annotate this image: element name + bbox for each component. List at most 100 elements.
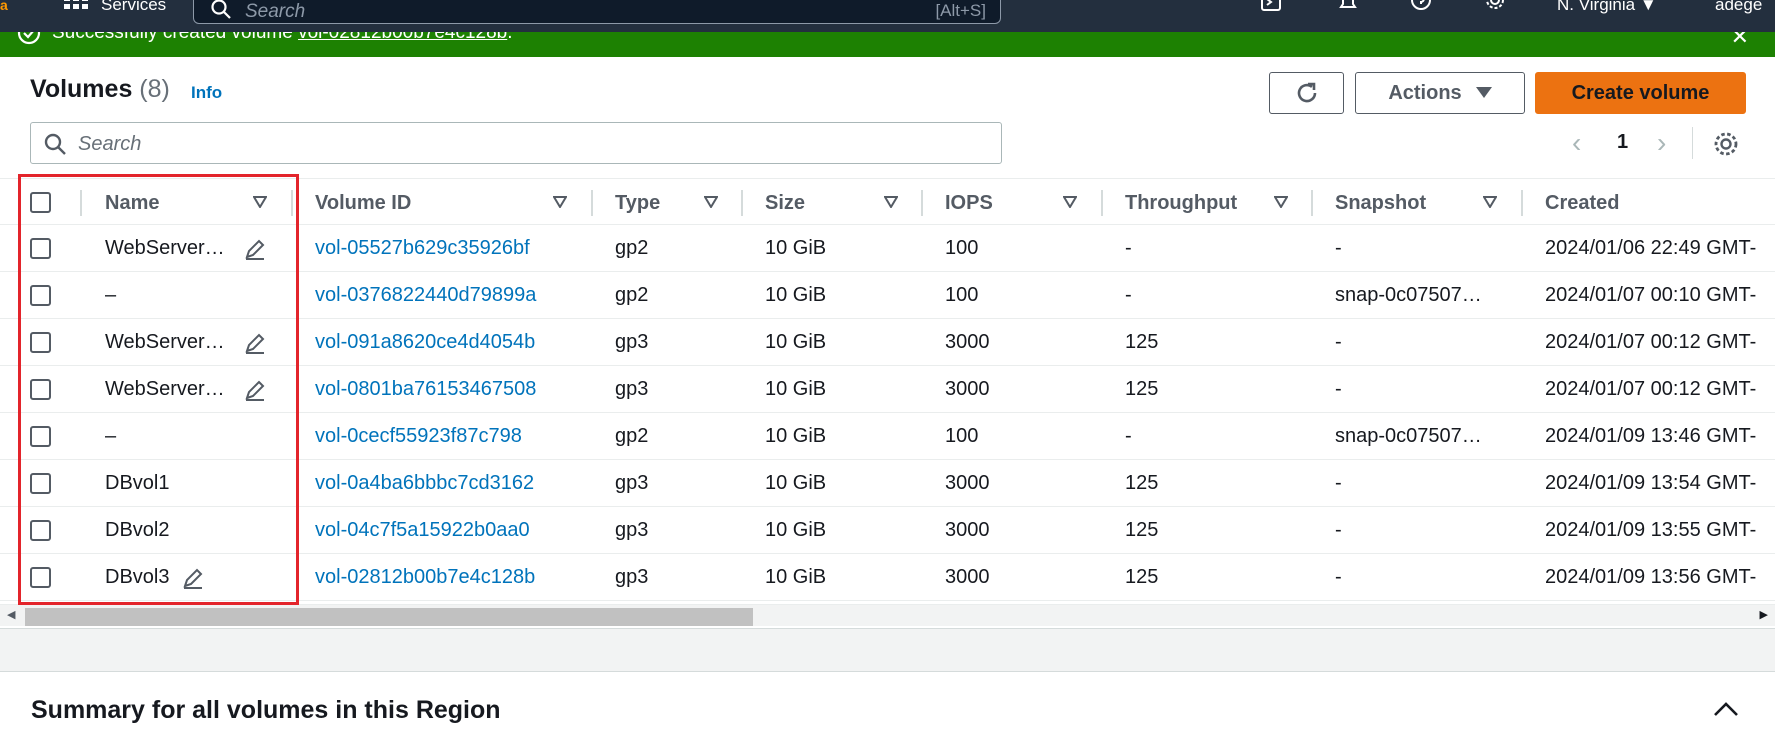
- success-icon: [17, 32, 41, 45]
- caret-down-icon: ▼: [1639, 0, 1657, 14]
- sort-icon[interactable]: [253, 196, 267, 208]
- preferences-icon[interactable]: [1713, 131, 1739, 157]
- table-row[interactable]: – vol-0376822440d79899a gp2 10 GiB 100 -…: [0, 272, 1775, 319]
- summary-section[interactable]: Summary for all volumes in this Region: [0, 671, 1775, 750]
- chevron-right-icon[interactable]: ›: [1657, 127, 1666, 159]
- scrollbar-thumb[interactable]: [25, 608, 753, 626]
- cell-size: 10 GiB: [765, 378, 827, 400]
- services-menu[interactable]: Services: [101, 0, 166, 15]
- edit-icon[interactable]: [244, 332, 266, 354]
- global-search-input[interactable]: Search [Alt+S]: [193, 0, 1001, 24]
- scroll-left-arrow-icon[interactable]: ◀: [7, 608, 15, 621]
- cell-volume-id[interactable]: vol-04c7f5a15922b0aa0: [315, 519, 530, 542]
- cell-type: gp3: [615, 472, 649, 494]
- flash-volume-link[interactable]: vol-02812b00b7e4c128b: [298, 32, 507, 43]
- cell-created: 2024/01/07 00:12 GMT-: [1545, 331, 1757, 353]
- sort-icon[interactable]: [1483, 196, 1497, 208]
- actions-label: Actions: [1388, 81, 1462, 104]
- cell-size: 10 GiB: [765, 331, 827, 353]
- scroll-right-arrow-icon[interactable]: ▶: [1760, 608, 1768, 621]
- refresh-icon: [1297, 82, 1316, 103]
- horizontal-scrollbar[interactable]: ◀ ▶: [0, 604, 1775, 626]
- cell-name: WebServer…: [105, 378, 225, 400]
- refresh-button[interactable]: [1269, 72, 1344, 114]
- sort-icon[interactable]: [884, 196, 898, 208]
- row-checkbox[interactable]: [30, 520, 51, 541]
- sort-icon[interactable]: [1063, 196, 1077, 208]
- cloudshell-icon[interactable]: [1260, 0, 1284, 14]
- row-checkbox[interactable]: [30, 473, 51, 494]
- help-icon[interactable]: [1409, 0, 1433, 14]
- row-checkbox[interactable]: [30, 238, 51, 259]
- info-link[interactable]: Info: [191, 83, 222, 103]
- column-divider: [291, 190, 293, 216]
- bell-icon[interactable]: [1336, 0, 1360, 14]
- column-header-throughput[interactable]: Throughput: [1125, 192, 1237, 215]
- row-checkbox[interactable]: [30, 567, 51, 588]
- top-navigation: a Services Search [Alt+S] N. Virginia ▼ …: [0, 0, 1775, 32]
- column-header-iops[interactable]: IOPS: [945, 192, 993, 215]
- sort-icon[interactable]: [1274, 196, 1288, 208]
- divider: [1692, 127, 1693, 159]
- cell-throughput: -: [1125, 425, 1132, 447]
- close-icon[interactable]: ✕: [1731, 32, 1749, 50]
- table-row[interactable]: WebServer… vol-091a8620ce4d4054b gp3 10 …: [0, 319, 1775, 366]
- aws-logo[interactable]: a: [0, 0, 10, 10]
- cell-size: 10 GiB: [765, 472, 827, 494]
- cell-name: –: [105, 425, 117, 447]
- edit-icon[interactable]: [244, 238, 266, 260]
- cell-type: gp2: [615, 237, 649, 259]
- table-row[interactable]: DBvol3 vol-02812b00b7e4c128b gp3 10 GiB …: [0, 554, 1775, 601]
- row-checkbox[interactable]: [30, 332, 51, 353]
- cell-throughput: 125: [1125, 378, 1159, 400]
- cell-type: gp3: [615, 331, 649, 353]
- current-page[interactable]: 1: [1617, 131, 1628, 154]
- cell-type: gp2: [615, 284, 649, 306]
- cell-type: gp3: [615, 566, 649, 588]
- account-menu[interactable]: adege: [1715, 0, 1762, 15]
- actions-button[interactable]: Actions: [1355, 72, 1525, 114]
- cell-volume-id[interactable]: vol-091a8620ce4d4054b: [315, 331, 535, 354]
- sort-icon[interactable]: [553, 196, 567, 208]
- cell-volume-id[interactable]: vol-0376822440d79899a: [315, 284, 536, 307]
- cell-volume-id[interactable]: vol-0cecf55923f87c798: [315, 425, 522, 448]
- column-header-volume-id[interactable]: Volume ID: [315, 192, 411, 215]
- column-header-size[interactable]: Size: [765, 192, 805, 215]
- search-shortcut-hint: [Alt+S]: [935, 1, 986, 20]
- settings-icon[interactable]: [1483, 0, 1507, 14]
- cell-volume-id[interactable]: vol-05527b629c35926bf: [315, 237, 530, 260]
- region-selector[interactable]: N. Virginia ▼: [1557, 0, 1657, 15]
- chevron-left-icon[interactable]: ‹: [1572, 127, 1581, 159]
- sort-icon[interactable]: [704, 196, 718, 208]
- cell-created: 2024/01/06 22:49 GMT-: [1545, 237, 1757, 259]
- table-row[interactable]: WebServer… vol-0801ba76153467508 gp3 10 …: [0, 366, 1775, 413]
- edit-icon[interactable]: [244, 379, 266, 401]
- column-header-snapshot[interactable]: Snapshot: [1335, 192, 1426, 215]
- row-checkbox[interactable]: [30, 426, 51, 447]
- row-checkbox[interactable]: [30, 285, 51, 306]
- cell-volume-id[interactable]: vol-02812b00b7e4c128b: [315, 566, 535, 589]
- cell-type: gp3: [615, 519, 649, 541]
- column-header-created[interactable]: Created: [1545, 192, 1619, 215]
- edit-icon[interactable]: [182, 567, 204, 589]
- table-row[interactable]: DBvol1 vol-0a4ba6bbbc7cd3162 gp3 10 GiB …: [0, 460, 1775, 507]
- grid-icon[interactable]: [64, 0, 88, 12]
- column-divider: [80, 190, 82, 216]
- flash-suffix: .: [507, 32, 513, 43]
- table-row[interactable]: – vol-0cecf55923f87c798 gp2 10 GiB 100 -…: [0, 413, 1775, 460]
- select-all-checkbox[interactable]: [30, 192, 51, 213]
- cell-iops: 3000: [945, 519, 990, 541]
- chevron-up-icon[interactable]: [1713, 700, 1739, 718]
- cell-volume-id[interactable]: vol-0a4ba6bbbc7cd3162: [315, 472, 534, 495]
- column-header-name[interactable]: Name: [105, 192, 159, 215]
- table-row[interactable]: DBvol2 vol-04c7f5a15922b0aa0 gp3 10 GiB …: [0, 507, 1775, 554]
- page-title: Volumes (8): [30, 75, 170, 104]
- row-checkbox[interactable]: [30, 379, 51, 400]
- volume-search-input[interactable]: Search: [30, 122, 1002, 164]
- create-volume-button[interactable]: Create volume: [1535, 72, 1746, 114]
- cell-type: gp3: [615, 378, 649, 400]
- cell-throughput: 125: [1125, 472, 1159, 494]
- table-row[interactable]: WebServer… vol-05527b629c35926bf gp2 10 …: [0, 225, 1775, 272]
- cell-volume-id[interactable]: vol-0801ba76153467508: [315, 378, 536, 401]
- column-header-type[interactable]: Type: [615, 192, 660, 215]
